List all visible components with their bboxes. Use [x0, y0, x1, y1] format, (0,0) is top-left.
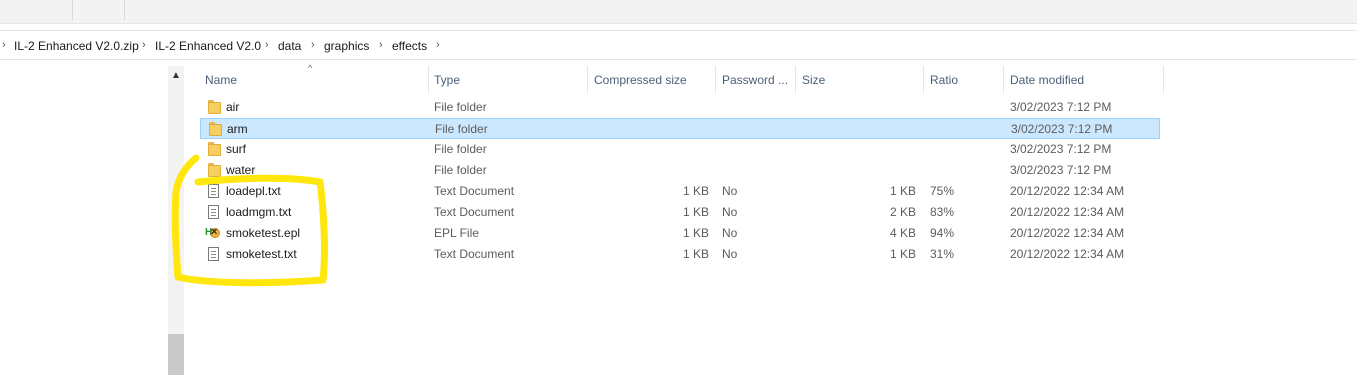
file-date-modified: 20/12/2022 12:34 AM: [1010, 226, 1125, 240]
column-header-type[interactable]: Type: [434, 73, 460, 87]
file-name: loadmgm.txt: [226, 205, 292, 219]
file-compressed-size: 1 KB: [682, 247, 709, 261]
file-password: No: [722, 205, 738, 219]
text-document-icon: [208, 247, 219, 261]
scrollbar-thumb[interactable]: [168, 334, 184, 375]
file-compressed-size: 1 KB: [682, 184, 709, 198]
breadcrumb-item-zip[interactable]: IL-2 Enhanced V2.0.zip: [14, 39, 139, 53]
column-header-date-modified[interactable]: Date modified: [1010, 73, 1084, 87]
file-date-modified: 3/02/2023 7:12 PM: [1011, 122, 1113, 136]
file-ratio: 94%: [930, 226, 955, 240]
file-row[interactable]: surf File folder 3/02/2023 7:12 PM: [200, 139, 1160, 160]
chevron-right-icon[interactable]: ›: [379, 39, 383, 51]
file-row[interactable]: air File folder 3/02/2023 7:12 PM: [200, 97, 1160, 118]
column-divider[interactable]: [428, 66, 429, 93]
file-type: File folder: [435, 122, 488, 136]
file-password: No: [722, 247, 738, 261]
column-divider[interactable]: [1003, 66, 1004, 93]
file-password: No: [722, 226, 738, 240]
file-size: 2 KB: [889, 205, 916, 219]
file-date-modified: 3/02/2023 7:12 PM: [1010, 100, 1112, 114]
file-date-modified: 20/12/2022 12:34 AM: [1010, 205, 1125, 219]
file-row[interactable]: smoketest.txt Text Document 1 KB No 1 KB 31% 2…: [200, 244, 1160, 265]
file-name: water: [226, 163, 256, 177]
file-type: File folder: [434, 163, 487, 177]
file-compressed-size: 1 KB: [682, 226, 709, 240]
chevron-right-icon[interactable]: ›: [311, 39, 315, 51]
folder-icon: [209, 122, 222, 136]
file-ratio: 83%: [930, 205, 955, 219]
nav-pane-scrollbar[interactable]: ▲: [168, 66, 184, 375]
file-name: loadepl.txt: [226, 184, 281, 198]
file-size: 1 KB: [889, 247, 916, 261]
column-divider[interactable]: [587, 66, 588, 93]
chevron-right-icon[interactable]: ›: [142, 39, 146, 51]
file-date-modified: 3/02/2023 7:12 PM: [1010, 142, 1112, 156]
file-type: File folder: [434, 100, 487, 114]
file-size: 4 KB: [889, 226, 916, 240]
toolbar-divider: [124, 0, 125, 20]
column-divider[interactable]: [1163, 66, 1164, 93]
scroll-up-arrow-icon[interactable]: ▲: [171, 70, 181, 81]
file-type: EPL File: [434, 226, 479, 240]
column-header-name[interactable]: Name: [205, 73, 237, 87]
file-ratio: 75%: [930, 184, 955, 198]
column-divider[interactable]: [715, 66, 716, 93]
file-date-modified: 3/02/2023 7:12 PM: [1010, 163, 1112, 177]
file-type: Text Document: [434, 205, 515, 219]
breadcrumb: › IL-2 Enhanced V2.0.zip › IL-2 Enhanced…: [0, 30, 1357, 60]
column-header-size[interactable]: Size: [802, 73, 825, 87]
breadcrumb-item-folder[interactable]: IL-2 Enhanced V2.0: [155, 39, 261, 53]
breadcrumb-item-effects[interactable]: effects: [392, 39, 427, 53]
sort-ascending-icon: ^: [308, 63, 313, 73]
file-row[interactable]: loadepl.txt Text Document 1 KB No 1 KB 75% 20/…: [200, 181, 1160, 202]
file-row[interactable]: arm File folder 3/02/2023 7:12 PM: [200, 118, 1160, 139]
column-divider[interactable]: [923, 66, 924, 93]
folder-icon: [208, 163, 221, 177]
file-compressed-size: 1 KB: [682, 205, 709, 219]
file-date-modified: 20/12/2022 12:34 AM: [1010, 247, 1125, 261]
file-password: No: [722, 184, 738, 198]
text-document-icon: [208, 205, 219, 219]
file-name: smoketest.txt: [226, 247, 297, 261]
file-ratio: 31%: [930, 247, 955, 261]
column-header-password[interactable]: Password ...: [722, 73, 788, 87]
chevron-right-icon[interactable]: ›: [265, 39, 269, 51]
file-date-modified: 20/12/2022 12:34 AM: [1010, 184, 1125, 198]
chevron-right-icon[interactable]: ›: [436, 39, 440, 51]
file-type: Text Document: [434, 247, 515, 261]
file-name: arm: [227, 122, 248, 136]
folder-icon: [208, 100, 221, 114]
file-name: air: [226, 100, 240, 114]
epl-file-icon: H ×: [205, 226, 221, 240]
file-row[interactable]: H × smoketest.epl EPL File 1 KB No 4 KB 94% 20/1…: [200, 223, 1160, 244]
breadcrumb-item-data[interactable]: data: [278, 39, 301, 53]
column-divider[interactable]: [795, 66, 796, 93]
file-row[interactable]: loadmgm.txt Text Document 1 KB No 2 KB 83% 20/…: [200, 202, 1160, 223]
file-name: smoketest.epl: [226, 226, 301, 240]
toolbar-strip: [0, 0, 1357, 24]
file-type: File folder: [434, 142, 487, 156]
column-header-compressed-size[interactable]: Compressed size: [594, 73, 687, 87]
text-document-icon: [208, 184, 219, 198]
toolbar-divider: [72, 0, 73, 20]
column-header-ratio[interactable]: Ratio: [930, 73, 958, 87]
chevron-right-icon[interactable]: ›: [2, 39, 6, 51]
file-name: surf: [226, 142, 247, 156]
file-type: Text Document: [434, 184, 515, 198]
breadcrumb-item-graphics[interactable]: graphics: [324, 39, 369, 53]
file-row[interactable]: water File folder 3/02/2023 7:12 PM: [200, 160, 1160, 181]
file-size: 1 KB: [889, 184, 916, 198]
folder-icon: [208, 142, 221, 156]
